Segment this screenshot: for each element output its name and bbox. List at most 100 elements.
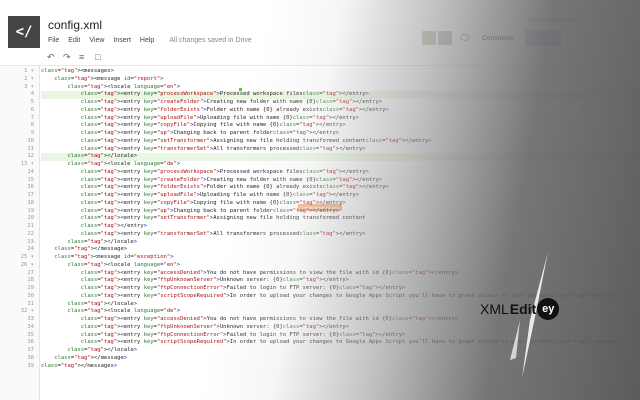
code-line[interactable]: class="tag"><entry key="accessDenied">Yo… <box>41 270 640 278</box>
line-number: 11 <box>27 145 34 152</box>
brand-badge: ey <box>537 298 560 320</box>
code-line[interactable]: class="tag"><entry key="transformerSet">… <box>41 231 640 239</box>
menu-bar: File Edit View Insert Help All changes s… <box>48 37 252 44</box>
line-number: 22 <box>27 230 34 237</box>
code-line[interactable]: class="tag"><entry key="transformerSet">… <box>41 146 640 154</box>
code-line[interactable]: class="tag"><message id="exception"> <box>41 254 640 262</box>
line-number: 36 <box>27 339 34 346</box>
user-email[interactable]: tim@thirdmotive.net <box>528 18 573 24</box>
code-line[interactable]: class="tag"></entry> <box>41 223 640 231</box>
brand-name-prefix: XML <box>480 301 509 317</box>
menu-help[interactable]: Help <box>140 37 154 44</box>
line-number: 39 <box>27 362 34 369</box>
line-number: 4 <box>30 91 34 98</box>
line-number: 28 <box>27 277 34 284</box>
code-line[interactable]: class="tag"><entry key="processWorkspace… <box>41 91 640 99</box>
line-number: 20 <box>27 215 34 222</box>
code-line[interactable]: class="tag"><entry key="up">Changing bac… <box>41 208 640 216</box>
line-number: 27 <box>27 269 34 276</box>
code-line[interactable]: class="tag"><entry key="ftpConnectionErr… <box>41 285 640 293</box>
code-line[interactable]: class="tag"><message id="report"> <box>41 76 640 84</box>
code-line[interactable]: class="tag"><entry key="ftpConnectionErr… <box>41 332 640 340</box>
line-number: 23 <box>27 238 34 245</box>
code-line[interactable]: class="tag"><locale language="en"> <box>41 262 640 270</box>
line-number: 33 <box>27 316 34 322</box>
code-line[interactable]: class="tag"></locale> <box>41 347 640 355</box>
line-number: 14 <box>27 168 34 175</box>
code-line[interactable]: class="tag"></messages> <box>41 363 640 371</box>
line-number: 21 <box>27 223 34 229</box>
code-line[interactable]: class="tag"><entry key="setTransformer">… <box>41 138 640 146</box>
menu-file[interactable]: File <box>48 37 59 44</box>
collaborator-avatar[interactable] <box>422 31 436 45</box>
chat-icon[interactable]: 🗨 <box>459 33 470 44</box>
line-number: 38 <box>27 354 34 361</box>
line-number: 34 <box>27 323 34 330</box>
menu-edit[interactable]: Edit <box>68 37 80 44</box>
line-number: 37 <box>27 347 34 353</box>
collaborator-avatar[interactable] <box>438 31 452 45</box>
code-line[interactable]: class="tag"></message> <box>41 246 640 254</box>
document-title[interactable]: config.xml <box>48 18 102 32</box>
code-line[interactable]: class="tag"><entry key="up">Changing bac… <box>41 130 640 138</box>
line-number: 5 <box>30 99 34 105</box>
line-number: 16 <box>27 184 34 191</box>
line-number: 7 <box>30 114 34 121</box>
indent-icon[interactable]: ≡ <box>79 52 84 62</box>
line-number: 13 ▾ <box>20 161 34 167</box>
line-number: 29 <box>27 285 34 291</box>
line-number: 9 <box>30 130 34 136</box>
code-line[interactable]: class="tag"></message> <box>41 355 640 363</box>
code-line[interactable]: class="tag"><entry key="folderExists">Fo… <box>41 107 640 115</box>
code-line[interactable]: class="tag"><entry key="ftpUnknownServer… <box>41 277 640 285</box>
line-number: 6 <box>30 106 34 113</box>
app-header: </ config.xml File Edit View Insert Help… <box>0 0 640 50</box>
code-area[interactable]: Lothar Mutter (Guest) class="tag"><messa… <box>41 66 640 400</box>
share-button[interactable] <box>525 30 561 46</box>
undo-icon[interactable]: ↶ <box>47 52 55 63</box>
brand-logo: XML Edit ey <box>480 298 560 320</box>
line-number: 17 <box>27 192 34 198</box>
code-line[interactable]: class="tag"><entry key="setTransformer">… <box>41 215 640 223</box>
line-number: 18 <box>27 199 34 206</box>
code-line[interactable]: class="tag"><entry key="uploadFile">Uplo… <box>41 192 640 200</box>
code-line[interactable]: class="tag"><messages> <box>41 68 640 76</box>
line-number: 3 ▾ <box>24 83 34 90</box>
code-line[interactable]: class="tag"><locale language="de"> <box>41 161 640 169</box>
code-line[interactable]: class="tag"><entry key="copyFile">Copyin… <box>41 200 640 208</box>
line-number: 31 <box>27 300 34 307</box>
code-line[interactable]: class="tag"><entry key="copyFile">Copyin… <box>41 122 640 130</box>
line-number: 32 ▾ <box>20 308 34 315</box>
code-line[interactable]: class="tag"></locale> <box>41 239 640 247</box>
code-line[interactable]: class="tag"></locale> <box>41 153 640 161</box>
menu-insert[interactable]: Insert <box>113 37 131 44</box>
app-logo-icon[interactable]: </ <box>8 16 40 48</box>
line-number: 2 ▾ <box>24 75 34 82</box>
brand-name-main: Edit <box>509 301 537 317</box>
code-editor[interactable]: 1 ▾ 2 ▾ 3 ▾ 4 5 6 7 8 9 10 11 12 13 ▾ 14 15 … <box>0 66 640 400</box>
line-number: 8 <box>30 122 34 129</box>
code-line[interactable]: class="tag"><entry key="scriptScopeRequi… <box>41 339 640 347</box>
code-line[interactable]: class="tag"><entry key="folderExists">Fo… <box>41 184 640 192</box>
redo-icon[interactable]: ↷ <box>63 52 71 63</box>
code-line[interactable]: class="tag"><entry key="uploadFile">Uplo… <box>41 115 640 123</box>
line-number: 19 <box>27 207 34 214</box>
code-line[interactable]: class="tag"><entry key="processWorkspace… <box>41 169 640 177</box>
comments-button[interactable]: Comments <box>476 30 520 46</box>
line-number: 25 ▾ <box>20 254 34 260</box>
line-number-gutter: 1 ▾ 2 ▾ 3 ▾ 4 5 6 7 8 9 10 11 12 13 ▾ 14 15 … <box>0 66 40 400</box>
line-number: 10 <box>27 137 34 144</box>
comment-icon[interactable]: □ <box>95 52 100 62</box>
code-line[interactable]: class="tag"><entry key="ftpUnknownServer… <box>41 324 640 332</box>
line-number: 24 <box>27 246 34 253</box>
line-number: 1 ▾ <box>24 68 34 74</box>
line-number: 26 ▾ <box>20 261 34 268</box>
code-line[interactable]: class="tag"><entry key="createFolder">Cr… <box>41 99 640 107</box>
line-number: 12 <box>27 153 34 160</box>
editor-toolbar: ↶ ↷ ≡ □ <box>0 50 640 66</box>
line-number: 15 <box>27 176 34 183</box>
code-line[interactable]: class="tag"><entry key="createFolder">Cr… <box>41 177 640 185</box>
save-status: All changes saved in Drive <box>169 37 252 44</box>
menu-view[interactable]: View <box>89 37 104 44</box>
code-line[interactable]: class="tag"><locale language="en"> <box>41 84 640 92</box>
